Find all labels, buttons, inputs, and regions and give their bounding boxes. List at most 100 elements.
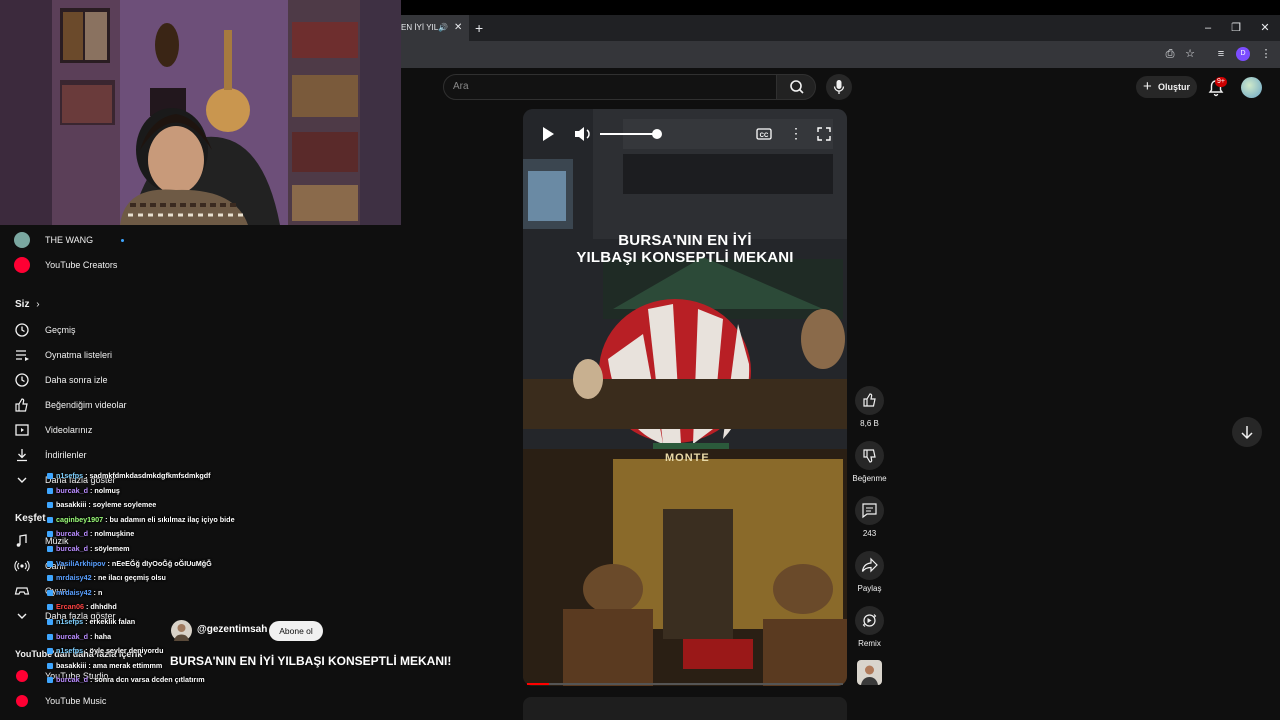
chat-text: : söylemem [87,544,130,553]
comments-button[interactable] [855,496,884,525]
your-videos-icon [15,424,29,436]
chat-username: n1sefps [56,617,84,626]
browser-menu-icon[interactable]: ⋮ [1257,41,1275,68]
minimize-button[interactable]: – [1196,15,1220,41]
browser-tab[interactable]: EN İYİ YIL 🔊 ✕ [401,15,469,41]
video-progress-fill [527,683,550,685]
chat-username: VasiliArkhipov [56,558,106,568]
thumbs-up-icon [863,393,876,407]
install-icon[interactable]: ⎙ [1161,41,1179,68]
remix-label: Remix [858,639,881,648]
chat-text: : dhhdhd [83,602,117,612]
chat-badge-icon [47,619,53,626]
address-bar[interactable] [401,41,1280,68]
thumbs-up-icon [15,398,28,412]
sidebar-item-liked-videos[interactable]: Beğendiğim videolar [0,395,220,415]
sidebar-section-you[interactable]: Siz › [15,299,40,310]
sidebar-item-playlists[interactable]: Oynatma listeleri [0,345,220,365]
chat-message: VasiliArkhipov : nEeEĞğ dIyOoĞğ oĞIUuMğĞ [47,559,212,569]
search-icon [790,80,804,94]
chat-badge-icon [47,589,53,596]
create-button[interactable]: + Oluştur [1136,76,1197,98]
fullscreen-icon[interactable] [817,127,831,141]
profile-avatar[interactable]: D [1236,47,1250,61]
sound-thumbnail[interactable] [857,660,882,685]
share-label: Paylaş [857,584,882,593]
notification-badge: 9+ [1215,77,1227,87]
chat-username: n1sefps [56,471,84,480]
chat-text: : soyleme soylemee [86,500,157,510]
share-icon [861,557,878,573]
window-close-button[interactable]: ✕ [1253,15,1277,41]
sidebar-item-youtube-creators[interactable]: YouTube Creators [0,255,220,275]
chat-badge-icon [47,502,53,509]
sidebar-item-gaming[interactable]: Oyun [0,581,220,601]
volume-slider-fill [600,133,657,135]
chat-text: : haha [87,631,112,641]
subscribe-button[interactable]: Abone ol [269,621,323,641]
search-input[interactable]: Ara [443,74,777,100]
chat-badge-icon [47,516,53,523]
svg-text:CC: CC [760,133,769,139]
channel-avatar[interactable] [171,620,192,641]
chat-message: burcak_d : nolmuş [47,486,120,496]
account-avatar[interactable] [1241,77,1262,98]
sidebar-item-downloads[interactable]: İndirilenler [0,445,220,465]
volume-slider-knob[interactable] [652,129,662,139]
dislike-label: Beğenme [852,474,887,483]
comment-count: 243 [862,529,877,538]
volume-slider[interactable] [600,129,662,139]
share-button[interactable] [855,551,884,580]
chat-badge-icon [47,633,53,640]
video-title[interactable]: BURSA'NIN EN İYİ YILBAŞI KONSEPTLİ MEKAN… [170,654,451,668]
sidebar-item-history[interactable]: Geçmiş [0,320,220,340]
close-icon[interactable]: ✕ [454,15,462,41]
venue-sign: MONTE [665,452,710,464]
channel-handle[interactable]: @gezentimsah [197,624,267,635]
captions-icon[interactable]: CC [756,126,772,142]
chat-text: : ne ilacı geçmiş olsu [91,573,166,583]
channel-avatar-icon [14,232,30,248]
video-overlay-title: BURSA'NIN EN İYİ YILBAŞI KONSEPTLİ MEKAN… [523,232,847,266]
chat-username: mrdaisy42 [56,587,92,597]
dislike-button[interactable] [855,441,884,470]
like-count: 8,6 B [860,419,879,428]
sidebar-item-your-videos[interactable]: Videolarınız [0,420,220,440]
remix-button[interactable] [855,606,884,635]
chat-text: : nolmuşkine [87,529,135,539]
shorts-video-player[interactable] [523,109,847,686]
chat-username: n1sefps [56,646,84,656]
video-frame-image [523,109,847,686]
new-tab-button[interactable]: + [475,15,489,41]
more-options-icon[interactable]: ⋮ [789,125,803,142]
chevron-down-icon [17,477,27,483]
chat-message: mrdaisy42 : ne ilacı geçmiş olsu [47,573,166,583]
microphone-icon [833,80,845,94]
chat-text: : sonra dcn varsa dcden çıtlatırım [87,675,205,685]
sidebar-item-the-wang[interactable]: THE WANG [0,230,220,250]
reading-list-icon[interactable]: ≡ [1212,41,1230,68]
play-icon[interactable] [540,125,556,143]
clock-icon [15,373,29,387]
maximize-button[interactable]: ❐ [1224,15,1248,41]
sidebar-item-youtube-music[interactable]: YouTube Music [0,691,220,711]
chat-message: burcak_d : haha [47,632,111,642]
music-icon [16,534,27,547]
like-button[interactable] [855,386,884,415]
volume-icon[interactable] [573,125,593,143]
next-short-preview[interactable] [523,697,847,720]
sound-avatar-icon [861,665,878,685]
next-video-button[interactable] [1232,417,1262,447]
search-button[interactable] [776,74,816,100]
video-progress-bar[interactable] [527,683,843,685]
sidebar-item-watch-later[interactable]: Daha sonra izle [0,370,220,390]
voice-search-button[interactable] [826,74,852,100]
chat-badge-icon [47,546,53,553]
chat-message: caginbey1907 : bu adamın eli sıkılmaz il… [47,515,235,525]
bookmark-star-icon[interactable]: ☆ [1181,41,1199,68]
chat-message: basakkiii : ama merak ettimmm [47,661,162,671]
chat-text: : nolmuş [87,485,120,495]
chevron-down-icon [17,613,27,619]
chat-message: mrdaisy42 : n [47,588,102,598]
chat-username: caginbey1907 [56,514,104,524]
